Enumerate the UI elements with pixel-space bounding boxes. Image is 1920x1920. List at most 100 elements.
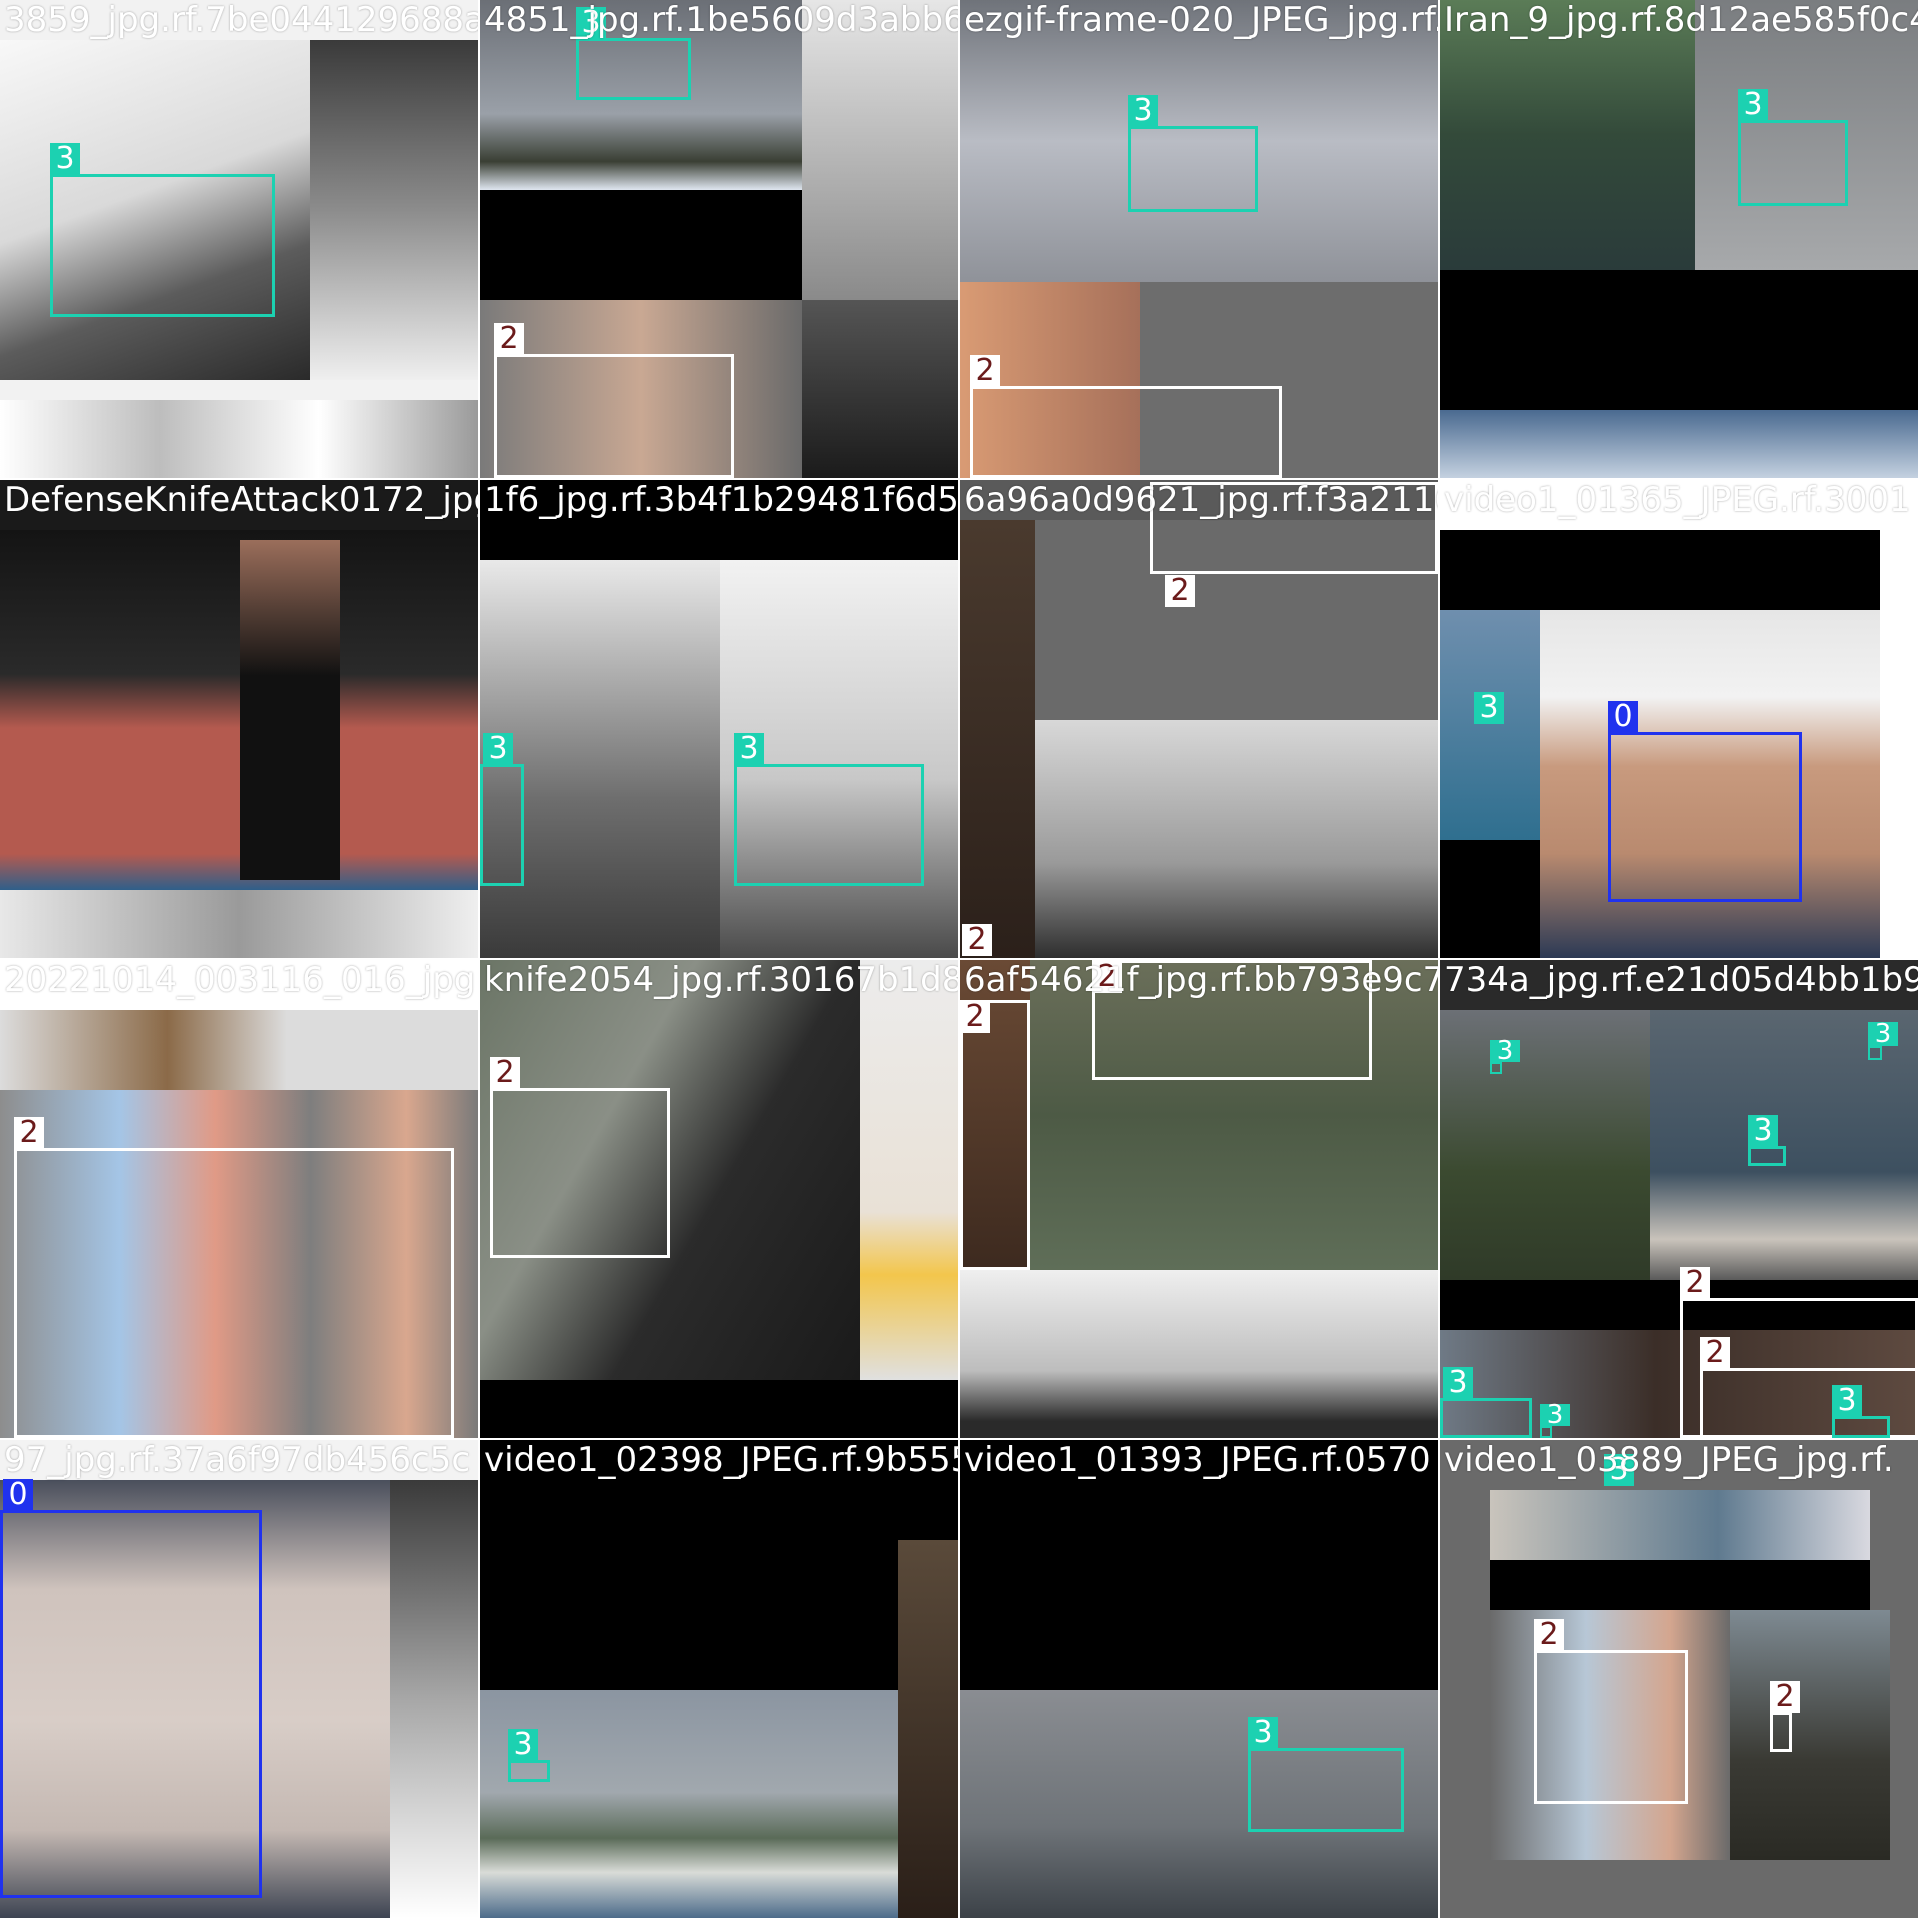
- photo-controller-bw: [802, 0, 958, 300]
- tile-2: 4851_jpg.rf.1be5609d3abb612 3 2: [480, 0, 958, 478]
- detection-box: 3: [480, 733, 524, 886]
- tile-title: 1f6_jpg.rf.3b4f1b29481f6d57f7ec: [484, 480, 958, 520]
- class-label: 2: [1534, 1619, 1564, 1651]
- tile-title: 4851_jpg.rf.1be5609d3abb612: [484, 0, 958, 40]
- detection-box: 2: [494, 323, 734, 478]
- photo-boat-strip: [1490, 1490, 1870, 1560]
- tile-title: 6a96a0d9621_jpg.rf.f3a21167_jpg: [964, 480, 1438, 520]
- class-label: 3: [1474, 692, 1504, 724]
- tile-8: video1_01365_JPEG.rf.3001 3 0: [1440, 480, 1918, 958]
- tile-title: 3859_jpg.rf.7be044129688ae: [4, 0, 478, 40]
- class-label: 0: [3, 1479, 33, 1511]
- tile-12: 734a_jpg.rf.e21d05d4bb1b9 3 3 3 2 2 3 3 …: [1440, 960, 1918, 1438]
- detection-box: 3: [734, 733, 924, 886]
- class-label: 3: [1248, 1717, 1278, 1749]
- photo-strip: [1440, 410, 1918, 478]
- detection-box: 3: [50, 143, 275, 317]
- tile-title: 97_jpg.rf.37a6f97db456c5c: [4, 1440, 471, 1480]
- class-label: 3: [483, 733, 513, 765]
- black-band: [1440, 270, 1918, 410]
- class-label: 3: [50, 143, 80, 175]
- tile-4: Iran_9_jpg.rf.8d12ae585f0c4ae 3: [1440, 0, 1918, 478]
- detection-box: 3: [1540, 1402, 1570, 1438]
- tile-title: 734a_jpg.rf.e21d05d4bb1b9: [1444, 960, 1918, 1000]
- class-label: 3: [1490, 1038, 1520, 1064]
- tile-title: video1_02398_JPEG.rf.9b555: [484, 1440, 958, 1480]
- photo-trees: [1440, 1010, 1650, 1280]
- image-mosaic: 3859_jpg.rf.7be044129688ae 3 4851_jpg.rf…: [0, 0, 1920, 1920]
- tile-title: knife2054_jpg.rf.30167b1d8: [484, 960, 958, 1000]
- photo-backpack-bw: [1035, 720, 1438, 958]
- tile-title: video1_01365_JPEG.rf.3001: [1444, 480, 1911, 520]
- black-band: [480, 1380, 958, 1438]
- photo-controller-bw: [390, 1480, 478, 1918]
- photo-side-wood: [898, 1540, 958, 1918]
- photo-sea-coast: [480, 1690, 898, 1918]
- tile-title: DefenseKnifeAttack0172_jpg.rf: [4, 480, 478, 520]
- class-label: 3: [734, 733, 764, 765]
- detection-box: 2: [1534, 1619, 1688, 1804]
- tile-3: ezgif-frame-020_JPEG_jpg.rf.1 3 2: [960, 0, 1438, 478]
- detection-box: 3: [1248, 1717, 1404, 1832]
- detection-box: 3: [1738, 89, 1848, 206]
- detection-box: 3: [1474, 692, 1504, 724]
- tile-title: Iran_9_jpg.rf.8d12ae585f0c4ae: [1444, 0, 1918, 40]
- photo-controller-bw: [480, 560, 720, 958]
- tile-7: 6a96a0d9621_jpg.rf.f3a21167_jpg 2 2: [960, 480, 1438, 958]
- tile-6: 1f6_jpg.rf.3b4f1b29481f6d57f7ec 3 3: [480, 480, 958, 958]
- photo-wood: [960, 520, 1035, 958]
- black-band: [1440, 840, 1540, 958]
- tile-5: DefenseKnifeAttack0172_jpg.rf: [0, 480, 478, 958]
- tile-10: knife2054_jpg.rf.30167b1d8 2: [480, 960, 958, 1438]
- class-label: 2: [1770, 1681, 1800, 1713]
- detection-box: 3: [1832, 1385, 1890, 1438]
- class-label: 2: [490, 1057, 520, 1089]
- detection-box: 0: [1608, 701, 1802, 902]
- detection-box: 0: [0, 1479, 262, 1898]
- class-label: 3: [1868, 1021, 1898, 1047]
- detection-box: 3: [1440, 1367, 1532, 1438]
- tile-title: 6af54621f_jpg.rf.bb793e9c7: [964, 960, 1438, 1000]
- tile-title: ezgif-frame-020_JPEG_jpg.rf.1: [964, 0, 1438, 40]
- tile-title: 20221014_003116_016_jpg: [4, 960, 476, 1000]
- detection-box: 2: [970, 355, 1282, 478]
- detection-box: 3: [1868, 1021, 1898, 1060]
- detection-box: 3: [1748, 1115, 1786, 1166]
- tile-14: video1_02398_JPEG.rf.9b555 3: [480, 1440, 958, 1918]
- tile-15: video1_01393_JPEG.rf.0570 3: [960, 1440, 1438, 1918]
- photo-white-strip: [860, 960, 958, 1380]
- class-label: 3: [1738, 89, 1768, 121]
- class-label: 3: [1748, 1115, 1778, 1147]
- class-label: 2: [1700, 1337, 1730, 1369]
- detection-box: 2: [1770, 1681, 1800, 1752]
- tile-title: video1_03889_JPEG_jpg.rf.: [1444, 1440, 1894, 1480]
- class-label: 3: [1540, 1402, 1570, 1428]
- black-band: [1490, 1560, 1870, 1610]
- class-label: 2: [970, 355, 1000, 387]
- detection-box: 3: [576, 7, 691, 100]
- photo-man-controller: [1440, 0, 1695, 270]
- class-label: 2: [494, 323, 524, 355]
- class-label: 2: [962, 924, 992, 956]
- black-band: [1440, 530, 1880, 610]
- tile-9: 20221014_003116_016_jpg 2: [0, 960, 478, 1438]
- class-label: 0: [1608, 701, 1638, 733]
- photo-defense: [0, 530, 478, 890]
- photo-wall: [0, 1010, 478, 1090]
- detection-box: 3: [508, 1729, 550, 1782]
- class-label: 2: [1165, 575, 1195, 607]
- detection-box: 3: [1490, 1038, 1520, 1074]
- black-band: [480, 190, 802, 300]
- photo-sea: [1440, 610, 1540, 840]
- photo-controller: [310, 40, 478, 380]
- detection-box: 2: [960, 1000, 1030, 1270]
- detection-box: 3: [1128, 95, 1258, 212]
- tile-16: video1_03889_JPEG_jpg.rf. 3 2 2: [1440, 1440, 1918, 1918]
- class-label: 2: [960, 1001, 990, 1033]
- tile-1: 3859_jpg.rf.7be044129688ae 3: [0, 0, 478, 478]
- photo-strip: [0, 890, 478, 958]
- class-label: 2: [1680, 1267, 1710, 1299]
- photo-strip: [0, 400, 478, 478]
- tile-11: 6af54621f_jpg.rf.bb793e9c7 2 2: [960, 960, 1438, 1438]
- detection-box: 2: [14, 1117, 454, 1438]
